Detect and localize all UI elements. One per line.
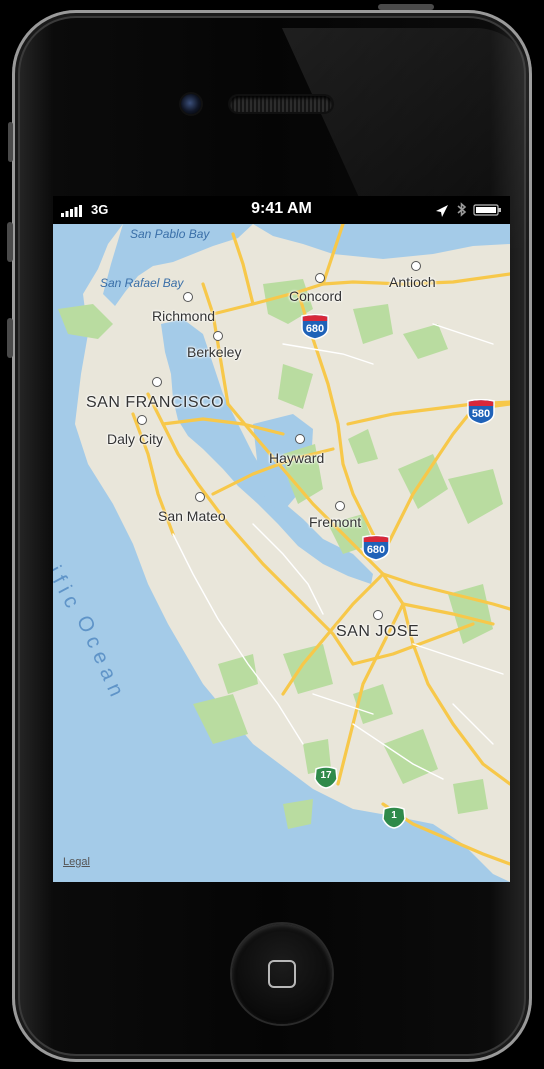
battery-icon [473,204,501,216]
state-route-17-shield: 17 [313,765,339,789]
daly-city-label[interactable]: Daly City [107,431,163,447]
screen: 3G 9:41 AM San Pablo Bay San Rafael Bay … [53,196,510,882]
legal-link[interactable]: Legal [63,856,90,868]
san-francisco-label[interactable]: SAN FRANCISCO [86,394,224,412]
interstate-680-south-shield: 680 [361,535,391,561]
location-arrow-icon [436,205,448,217]
map-canvas [53,224,510,882]
san-francisco-dot [152,377,162,387]
antioch-label[interactable]: Antioch [389,274,436,290]
san-pablo-bay-label: San Pablo Bay [130,227,210,241]
shield-number: 580 [471,408,491,420]
bluetooth-icon [457,202,467,217]
carquinez-strait [253,224,510,259]
richmond-dot [213,331,223,341]
berkeley-label[interactable]: Berkeley [187,344,241,360]
shield-number: 680 [305,323,325,335]
hayward-label[interactable]: Hayward [269,450,324,466]
san-rafael-bay-label: San Rafael Bay [100,276,184,290]
mute-switch[interactable] [8,122,13,162]
fremont-label[interactable]: Fremont [309,514,361,530]
san-jose-label[interactable]: SAN JOSE [336,623,419,641]
shield-number: 17 [320,770,332,781]
sleep-wake-button[interactable] [378,4,434,10]
interstate-680-north-shield: 680 [300,314,330,340]
home-button[interactable] [232,924,332,1024]
daly-city-dot [137,415,147,425]
fremont-dot [335,501,345,511]
concord-dot [315,273,325,283]
volume-up-button[interactable] [7,222,13,262]
shield-number: 680 [366,544,386,556]
san-mateo-dot [195,492,205,502]
home-square-icon [268,960,296,988]
interstate-580-shield: 580 [466,399,496,425]
richmond-label[interactable]: Richmond [152,308,215,324]
front-camera-icon [181,94,201,114]
antioch-dot [411,261,421,271]
earpiece-speaker [230,96,332,112]
status-right-icons [436,202,501,217]
volume-down-button[interactable] [7,318,13,358]
state-route-1-shield: 1 [381,805,407,829]
san-mateo-label[interactable]: San Mateo [158,508,226,524]
hayward-dot [295,434,305,444]
status-bar: 3G 9:41 AM [53,196,510,224]
map-view[interactable]: San Pablo Bay San Rafael Bay acific Ocea… [53,224,510,882]
shield-number: 1 [391,810,397,821]
san-rafael-dot [183,292,193,302]
concord-label[interactable]: Concord [289,288,342,304]
san-jose-dot [373,610,383,620]
